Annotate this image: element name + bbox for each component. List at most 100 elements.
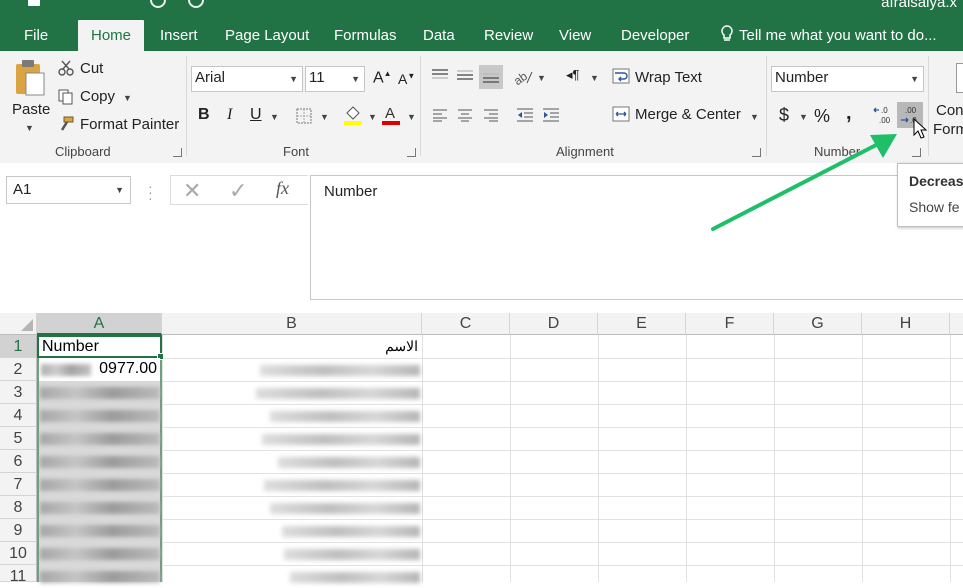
row-header[interactable]: 9 [0,519,37,542]
column-header-a[interactable]: A [37,313,162,335]
column-header-b[interactable]: B [162,313,422,335]
row-header[interactable]: 6 [0,450,37,473]
merge-center-button[interactable]: Merge & Center [635,106,741,123]
row-header[interactable]: 8 [0,496,37,519]
cut-button[interactable]: Cut [80,60,103,77]
column-header-i[interactable] [950,313,963,335]
decrease-indent-icon[interactable] [514,105,536,125]
tell-me-search[interactable]: Tell me what you want to do... [720,20,937,51]
cell-a1[interactable]: Number [37,335,164,360]
column-header-g[interactable]: G [774,313,862,335]
copy-icon[interactable] [57,88,75,106]
cancel-icon[interactable]: ✕ [183,178,201,204]
tab-page-layout[interactable]: Page Layout [225,20,309,51]
format-painter-button[interactable]: Format Painter [80,116,179,133]
alignment-launcher-icon[interactable] [752,148,761,157]
tab-review[interactable]: Review [484,20,533,51]
row-header[interactable]: 3 [0,381,37,404]
tab-developer[interactable]: Developer [621,20,689,51]
cut-icon[interactable] [57,59,75,77]
column-header-d[interactable]: D [510,313,598,335]
underline-dropdown-icon[interactable]: ▼ [270,112,279,122]
column-header-c[interactable]: C [422,313,510,335]
fill-color-icon[interactable] [342,103,364,127]
conditional-formatting-label-2[interactable]: Form [933,121,963,138]
cell-b1[interactable]: الاسم [162,335,420,358]
tab-file[interactable]: File [24,20,48,51]
copy-button[interactable]: Copy [80,88,115,105]
paste-dropdown-icon[interactable]: ▼ [25,123,34,133]
merge-dropdown-icon[interactable]: ▼ [750,112,759,122]
align-left-icon[interactable] [429,105,451,125]
format-painter-icon[interactable] [57,115,75,133]
tab-view[interactable]: View [559,20,591,51]
column-header-f[interactable]: F [686,313,774,335]
row-header[interactable]: 5 [0,427,37,450]
underline-button[interactable]: U [250,106,262,124]
formula-input[interactable]: Number [310,175,963,300]
paste-button[interactable]: Paste [12,101,50,118]
column-header-h[interactable]: H [862,313,950,335]
decrease-font-size-icon[interactable]: A▼ [398,71,415,87]
font-size-select[interactable]: 11 ▼ [305,66,365,92]
bottom-align-icon[interactable] [479,65,503,89]
name-box[interactable]: A1 ▼ [6,176,131,204]
increase-decimal-icon[interactable]: .0.00 [872,103,896,127]
enter-icon[interactable]: ✓ [229,178,247,204]
tab-data[interactable]: Data [423,20,455,51]
italic-button[interactable]: I [227,106,232,124]
svg-text:.0: .0 [881,106,888,115]
quick-access-icon[interactable] [188,0,204,8]
clipboard-launcher-icon[interactable] [173,148,182,157]
percent-button[interactable]: % [814,106,830,127]
conditional-formatting-icon[interactable] [956,63,963,93]
tab-formulas[interactable]: Formulas [334,20,397,51]
currency-dropdown-icon[interactable]: ▼ [799,112,808,122]
wrap-text-button[interactable]: Wrap Text [635,69,702,86]
cell-a2[interactable]: 0977.00 [39,358,160,381]
column-header-e[interactable]: E [598,313,686,335]
row-header[interactable]: 4 [0,404,37,427]
blurred-text [40,456,160,468]
paste-icon[interactable] [10,57,50,99]
blurred-text [290,572,420,583]
orientation-dropdown-icon[interactable]: ▼ [537,73,546,83]
save-icon[interactable] [28,0,40,6]
tab-insert[interactable]: Insert [160,20,198,51]
row-header[interactable]: 10 [0,542,37,565]
text-direction-icon[interactable]: ◂¶ [566,67,580,83]
middle-align-icon[interactable] [454,65,476,85]
select-all-corner[interactable] [0,313,37,335]
font-launcher-icon[interactable] [407,148,416,157]
number-launcher-icon[interactable] [912,148,921,157]
text-direction-dropdown-icon[interactable]: ▼ [590,73,599,83]
font-color-dropdown-icon[interactable]: ▼ [407,112,416,122]
tab-home[interactable]: Home [78,20,145,52]
borders-dropdown-icon[interactable]: ▼ [320,112,329,122]
bold-button[interactable]: B [198,106,210,124]
row-header[interactable]: 2 [0,358,37,381]
row-header[interactable]: 7 [0,473,37,496]
font-name-select[interactable]: Arial ▼ [191,66,303,92]
copy-dropdown-icon[interactable]: ▼ [123,93,132,103]
comma-button[interactable]: , [846,102,852,125]
row-header[interactable]: 11 [0,565,37,585]
fill-color-dropdown-icon[interactable]: ▼ [368,112,377,122]
row-header[interactable]: 1 [0,335,37,358]
currency-button[interactable]: $ [779,105,789,126]
align-right-icon[interactable] [480,105,502,125]
number-format-select[interactable]: Number ▼ [771,66,924,92]
conditional-formatting-label[interactable]: Con [936,102,963,119]
insert-function-button[interactable]: fx [276,178,289,199]
quick-access-icon[interactable] [150,0,166,8]
top-align-icon[interactable] [429,65,451,85]
orientation-icon[interactable]: ab [512,67,534,87]
align-center-icon[interactable] [454,105,476,125]
selection-border [37,358,39,582]
borders-icon[interactable] [294,106,314,126]
increase-font-size-icon[interactable]: A▲ [373,69,392,87]
merge-center-icon[interactable] [611,104,631,124]
increase-indent-icon[interactable] [540,105,562,125]
wrap-text-icon[interactable] [611,66,631,86]
font-color-icon[interactable]: A [380,103,402,127]
